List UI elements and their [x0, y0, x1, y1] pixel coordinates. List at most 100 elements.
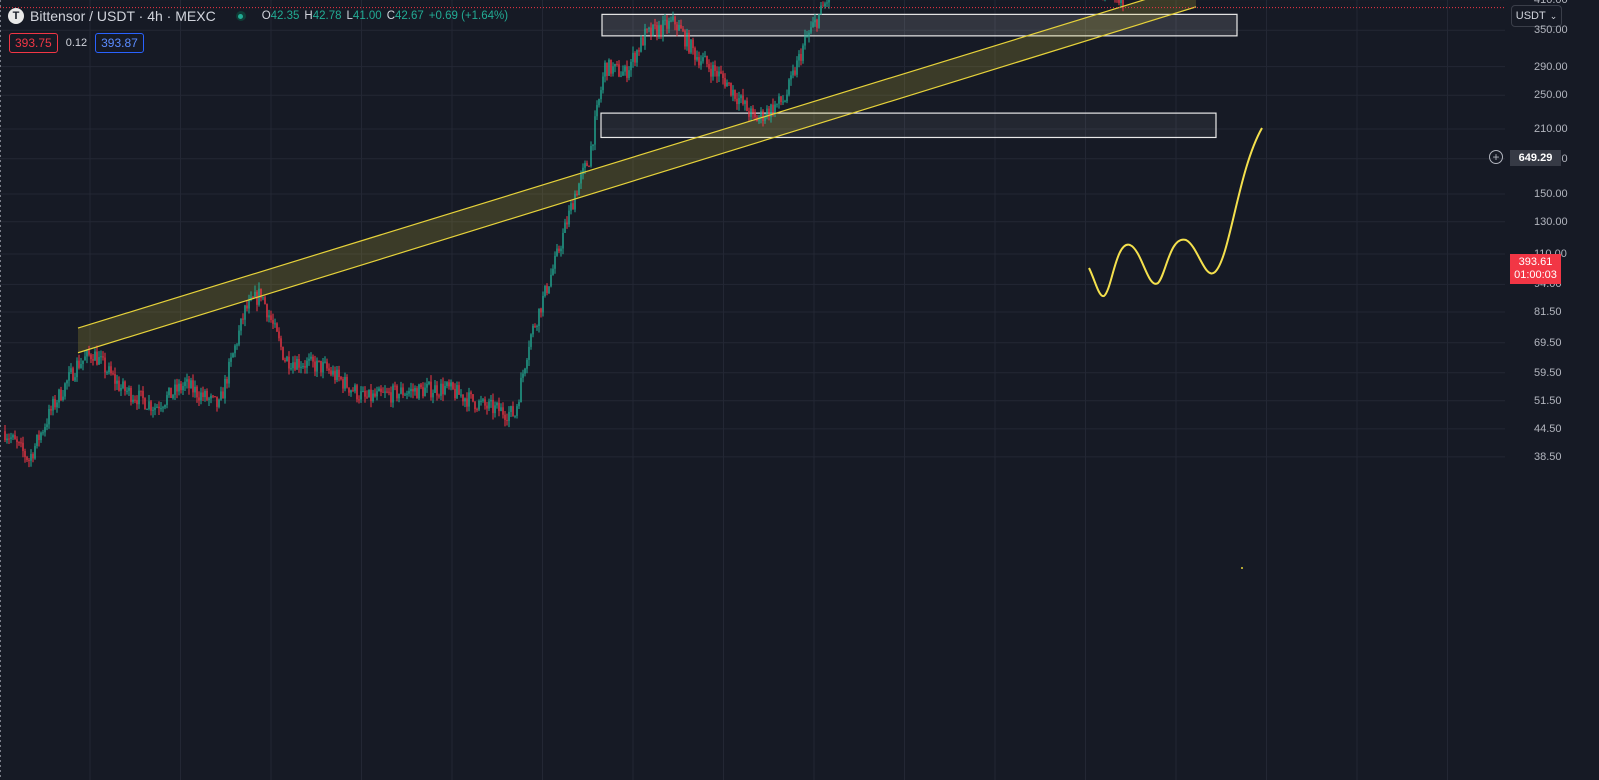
candle	[398, 393, 400, 403]
candle	[552, 264, 554, 276]
candle-body	[488, 401, 490, 409]
candle-body	[162, 407, 164, 409]
candle-body	[408, 391, 410, 394]
close-label: C	[386, 10, 396, 22]
candle-body	[820, 5, 822, 14]
candle	[766, 105, 768, 120]
candle-body	[416, 388, 418, 399]
candle-body	[22, 442, 24, 452]
candle-body	[358, 399, 360, 401]
candle-body	[300, 366, 302, 368]
candle	[380, 385, 382, 397]
candle	[522, 369, 524, 383]
candle-body	[360, 391, 362, 400]
candle-body	[282, 346, 284, 360]
candle-body	[386, 391, 388, 393]
price-axis-label: 250.00	[1534, 89, 1568, 102]
candle-body	[1118, 0, 1120, 3]
candle	[606, 62, 608, 81]
candle	[430, 375, 432, 401]
candle	[256, 290, 258, 312]
candle	[372, 389, 374, 403]
candle-body	[670, 20, 672, 22]
candle-body	[322, 362, 324, 373]
candle	[130, 385, 132, 406]
candle-body	[370, 389, 372, 402]
candle-body	[556, 248, 558, 256]
candle	[486, 401, 488, 415]
candle	[820, 2, 822, 16]
candle	[516, 404, 518, 419]
candle	[302, 362, 304, 369]
candle-body	[542, 296, 544, 313]
candle	[396, 384, 398, 402]
support-zone-box[interactable]	[600, 112, 1217, 139]
candle-body	[156, 406, 158, 408]
candle-body	[784, 101, 786, 103]
bittensor-logo-icon[interactable]: T	[8, 8, 24, 24]
candle-body	[410, 388, 412, 392]
candle	[222, 387, 224, 399]
low-value: 41.00	[352, 10, 382, 22]
candle-body	[348, 387, 350, 393]
symbol-title[interactable]: Bittensor / USDT · 4h · MEXC	[30, 8, 216, 24]
candle	[784, 99, 786, 103]
candle-body	[598, 99, 600, 106]
candle-body	[688, 32, 690, 53]
candle-body	[638, 50, 640, 52]
candle	[618, 60, 620, 78]
candle-body	[828, 0, 830, 3]
candle	[408, 387, 410, 397]
candle-body	[352, 390, 354, 392]
candle	[60, 386, 62, 402]
candle	[66, 379, 68, 390]
candle	[800, 48, 802, 66]
candle-body	[270, 315, 272, 321]
candle-body	[528, 346, 530, 360]
candle	[480, 395, 482, 406]
candle	[1114, 0, 1116, 3]
candle	[532, 323, 534, 338]
candle-body	[74, 377, 76, 381]
candle	[14, 430, 16, 440]
candle-body	[498, 402, 500, 412]
candle-body	[128, 387, 130, 391]
candle-body	[12, 435, 14, 438]
candle-body	[18, 442, 20, 444]
candle	[564, 218, 566, 233]
candle	[116, 374, 118, 391]
candle	[226, 376, 228, 389]
candle-body	[40, 432, 42, 441]
candle-body	[26, 456, 28, 461]
candle-body	[694, 48, 696, 60]
candle-body	[668, 20, 670, 29]
candle-body	[516, 406, 518, 416]
candle-body	[4, 431, 6, 441]
add-alert-plus-icon[interactable]: +	[1489, 150, 1503, 164]
candle-body	[164, 404, 166, 408]
candle-body	[460, 394, 462, 396]
candle	[406, 390, 408, 400]
candle	[234, 344, 236, 358]
candle	[48, 404, 50, 429]
price-axis-label: 290.00	[1534, 60, 1568, 73]
candle	[246, 300, 248, 312]
candle-body	[6, 438, 8, 441]
buy-button[interactable]: 393.87	[95, 33, 144, 53]
candle-body	[502, 407, 504, 415]
sell-button[interactable]: 393.75	[9, 33, 58, 53]
candle-body	[222, 391, 224, 399]
candle-body	[76, 360, 78, 378]
candle	[110, 361, 112, 376]
candle-body	[216, 396, 218, 407]
candle-body	[110, 366, 112, 374]
candle-body	[772, 104, 774, 114]
candle-body	[294, 362, 296, 370]
price-chart[interactable]	[0, 0, 1599, 780]
stray-drawing-dot	[1241, 567, 1243, 569]
candle	[220, 386, 222, 401]
candle-body	[102, 356, 104, 358]
candle	[108, 362, 110, 375]
candle	[56, 399, 58, 413]
candle-body	[574, 193, 576, 210]
